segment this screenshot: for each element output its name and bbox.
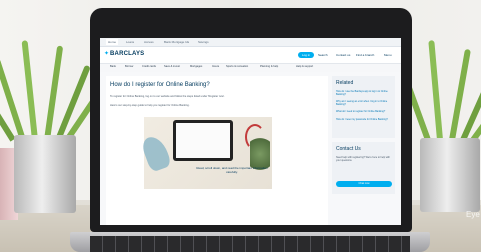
promo-caption: Read, scroll down, and read the importan… — [196, 166, 268, 174]
search-link[interactable]: Search — [318, 52, 328, 58]
browser-tab[interactable]: Loans — [124, 39, 136, 45]
intro-paragraph: To register for Online Banking, log on t… — [110, 95, 225, 98]
related-link[interactable]: How do I use the Barclays app to log in … — [336, 90, 392, 96]
login-button[interactable]: Log in — [298, 52, 314, 58]
nav-item[interactable]: Bank — [110, 65, 116, 69]
photo-credit: Eye — [466, 210, 480, 219]
contact-heading: Contact Us — [336, 146, 361, 152]
browser-tab[interactable]: Access — [142, 39, 156, 45]
brand-logo[interactable]: BARCLAYS — [110, 51, 144, 57]
contact-text: Need help with registering? We're here t… — [336, 156, 390, 162]
nav-item[interactable]: Planning & help — [260, 65, 278, 69]
menu-link[interactable]: Menu — [384, 52, 392, 58]
branch-link[interactable]: Find a branch — [356, 52, 374, 58]
nav-item[interactable]: Borrow — [125, 65, 133, 69]
related-link[interactable]: What do I need to register for Online Ba… — [336, 110, 392, 113]
browser-tab[interactable]: Savings — [196, 39, 211, 45]
nav-item[interactable]: Mortgages — [190, 65, 202, 69]
nav-item[interactable]: Save & invest — [164, 65, 180, 69]
chat-now-button[interactable]: Chat now — [336, 181, 392, 187]
contact-link[interactable]: Contact us — [336, 52, 350, 58]
browser-tab[interactable]: Home — [106, 39, 119, 45]
nav-item[interactable]: Sports & recreation — [226, 65, 248, 69]
right-metal-pot — [420, 138, 480, 212]
nav-item[interactable]: Credit cards — [142, 65, 156, 69]
page-title: How do I register for Online Banking? — [110, 82, 210, 88]
tablet-screen — [176, 123, 230, 158]
nav-item[interactable]: Help & support — [296, 65, 313, 69]
guide-paragraph: Here's our step-by-step guide to help yo… — [110, 104, 190, 107]
left-metal-pot — [14, 135, 76, 213]
related-link[interactable]: Why am I seeing an error when I log in t… — [336, 100, 392, 106]
related-heading: Related — [336, 80, 354, 86]
nav-item[interactable]: Insure — [212, 65, 219, 69]
laptop-screen: Home Loans Access Bank Mortgage Ids Savi… — [100, 38, 401, 225]
related-link[interactable]: How do I reset my passcode for Online Ba… — [336, 118, 392, 121]
laptop-keyboard — [90, 236, 410, 252]
browser-tab[interactable]: Bank Mortgage Ids — [162, 39, 191, 45]
